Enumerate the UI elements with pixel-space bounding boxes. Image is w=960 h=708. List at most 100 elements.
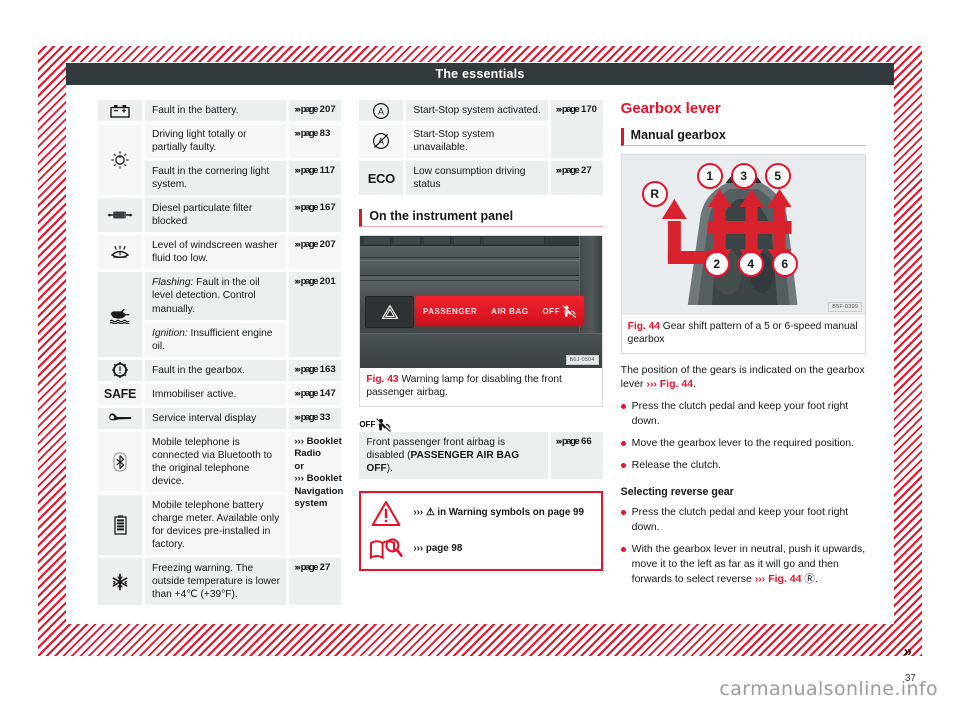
gear-label-5: 5: [764, 163, 791, 189]
list-item: Move the gearbox lever to the required p…: [620, 436, 866, 451]
figure-cross-reference[interactable]: ››› Fig. 44: [755, 573, 802, 585]
symbol-description: Mobile telephone is connected via Blueto…: [145, 431, 287, 492]
passenger-airbag-off-icon: OFF 2: [359, 417, 392, 432]
table-row: Driving light totally or partially fault…: [98, 124, 342, 196]
symbol-description: Low consumption driving status: [406, 161, 548, 196]
symbol-description: Start-Stop system activated.: [406, 100, 548, 122]
gear-shift-pattern-illustration: R 1 3 5 2 4 6 B5F-0399: [621, 155, 865, 315]
svg-text:2: 2: [575, 313, 576, 317]
battery-icon: [98, 100, 145, 122]
list-item: Press the clutch pedal and keep your foo…: [620, 505, 866, 535]
page-reference: ››› page 201: [289, 272, 342, 357]
table-row-airbag-off: OFF 2 Front passenger front airbag is di…: [359, 417, 603, 479]
watermark: carmanualsonline.info: [719, 678, 938, 700]
page-reference: ››› Booklet Radio or ››› Booklet Navigat…: [289, 431, 343, 556]
gear-label-3: 3: [730, 163, 757, 189]
bluetooth-icon: [98, 431, 145, 492]
symbol-description: Immobiliser active.: [145, 383, 287, 405]
table-row: Fault in the battery. ››› page 207: [98, 100, 342, 122]
oil-level-icon: [98, 272, 145, 357]
symbol-description: Mobile telephone battery charge meter. A…: [145, 494, 287, 556]
frost-snowflake-icon: [98, 558, 145, 606]
page-content: Fault in the battery. ››› page 207 Drivi…: [98, 100, 866, 610]
gear-label-6: 6: [771, 251, 798, 277]
table-row: ECO Low consumption driving status ››› p…: [359, 161, 603, 196]
warning-symbols-table-left: Fault in the battery. ››› page 207 Drivi…: [98, 100, 343, 606]
figure-cross-reference[interactable]: ››› Fig. 44: [646, 378, 693, 390]
symbol-description: Freezing warning. The outside temperatur…: [145, 558, 287, 606]
dashboard-vent: [360, 236, 602, 247]
figure-label: Fig. 44: [627, 321, 660, 332]
note-text: ››› page 98: [413, 542, 463, 554]
page-reference: ››› page 207: [289, 100, 342, 122]
figure-code: B5F-0399: [828, 302, 862, 312]
figure-44-image: R 1 3 5 2 4 6 B5F-0399: [621, 155, 865, 315]
note-row-warning: ››› ⚠ in Warning symbols on page 99: [367, 500, 594, 527]
page-reference: ››› page 167: [289, 198, 342, 233]
gearbox-fault-icon: [98, 359, 145, 381]
gear-label-2: 2: [703, 251, 730, 277]
note-row-reference: ››› page 98: [367, 536, 594, 562]
symbol-description: Ignition: Insufficient engine oil.: [145, 322, 287, 357]
subheading-reverse-gear: Selecting reverse gear: [620, 485, 734, 498]
article-title: Gearbox lever: [620, 100, 721, 117]
symbol-description: Front passenger front airbag is disabled…: [359, 431, 548, 479]
passenger-airbag-off-lamp: PASSENGER AIR BAG OFF 2: [415, 296, 584, 327]
symbol-description: Level of windscreen washer fluid too low…: [145, 235, 287, 270]
symbol-description: Fault in the cornering light system.: [145, 161, 287, 196]
svg-text:A: A: [378, 106, 384, 116]
symbol-description: Flashing: Fault in the oil level detecti…: [145, 272, 287, 320]
page-reference: ››› page 27: [289, 558, 342, 606]
gear-label-R: R: [641, 181, 668, 207]
section-heading-manual-gearbox: Manual gearbox: [620, 128, 866, 146]
figure-43: PASSENGER AIR BAG OFF 2 B6J-0504 Fig. 43…: [359, 235, 603, 407]
figure-43-image: PASSENGER AIR BAG OFF 2 B6J-0504: [360, 236, 602, 369]
headlight-icon: [98, 124, 145, 196]
instrument-panel-photo: PASSENGER AIR BAG OFF 2 B6J-0504: [360, 236, 602, 369]
gear-label-4: 4: [737, 251, 764, 277]
page-reference: ››› page 66: [550, 431, 603, 479]
table-row: Service interval display ››› page 33: [98, 407, 342, 429]
page-reference: ››› page 147: [289, 383, 342, 405]
right-column: Gearbox lever Manual gearbox R 1 3 5 2 4…: [620, 100, 866, 610]
list-item: Release the clutch.: [620, 458, 866, 473]
page-reference: ››› page 33: [289, 407, 342, 429]
page-reference: ››› page 163: [289, 359, 342, 381]
page-reference: ››› page 83: [289, 124, 342, 159]
warning-triangle-icon: [367, 500, 405, 527]
hazard-light-button[interactable]: [365, 296, 415, 329]
section-heading-instrument-panel: On the instrument panel: [359, 209, 603, 228]
cross-reference-box: ››› ⚠ in Warning symbols on page 99 ››› …: [359, 490, 603, 571]
start-stop-active-icon: A: [359, 100, 407, 122]
eco-icon: ECO: [359, 161, 407, 196]
table-row: Mobile telephone is connected via Blueto…: [98, 431, 343, 556]
book-magnifier-icon: [367, 536, 405, 562]
table-row: Fault in the gearbox. ››› page 163: [98, 359, 342, 381]
figure-44-caption: Fig. 44 Gear shift pattern of a 5 or 6-s…: [622, 315, 865, 353]
start-stop-unavailable-icon: A: [359, 124, 407, 159]
spanner-service-icon: [98, 407, 145, 429]
safe-immobiliser-icon: SAFE: [98, 383, 145, 405]
warning-symbols-table-middle: A Start-Stop system activated. A Start-S…: [359, 100, 603, 196]
figure-44: R 1 3 5 2 4 6 B5F-0399 Fig. 44 Gear shif…: [620, 154, 866, 354]
symbol-description: Fault in the gearbox.: [145, 359, 287, 381]
lamp-text-off: OFF: [542, 306, 560, 316]
page-reference: ››› page 170: [550, 100, 603, 159]
page-title: The essentials: [435, 67, 525, 81]
intro-paragraph: The position of the gears is indicated o…: [620, 363, 865, 391]
lamp-text-passenger: PASSENGER: [423, 306, 478, 316]
windscreen-washer-icon: [98, 235, 145, 270]
gear-label-1: 1: [696, 163, 723, 189]
figure-label: Fig. 43: [366, 374, 399, 386]
running-header: The essentials: [66, 63, 894, 85]
note-text: ››› ⚠ in Warning symbols on page 99: [413, 507, 584, 518]
table-row: Flashing: Fault in the oil level detecti…: [98, 272, 342, 357]
lamp-text-airbag: AIR BAG: [491, 306, 529, 316]
symbol-description: Diesel particulate filter blocked: [145, 198, 287, 233]
middle-column: A Start-Stop system activated. A Start-S…: [359, 100, 603, 610]
phone-battery-icon: [98, 494, 145, 556]
left-column: Fault in the battery. ››› page 207 Drivi…: [98, 100, 343, 610]
symbol-description: Fault in the battery.: [145, 100, 287, 122]
symbol-description: Service interval display: [145, 407, 287, 429]
diesel-particulate-filter-icon: [98, 198, 145, 233]
